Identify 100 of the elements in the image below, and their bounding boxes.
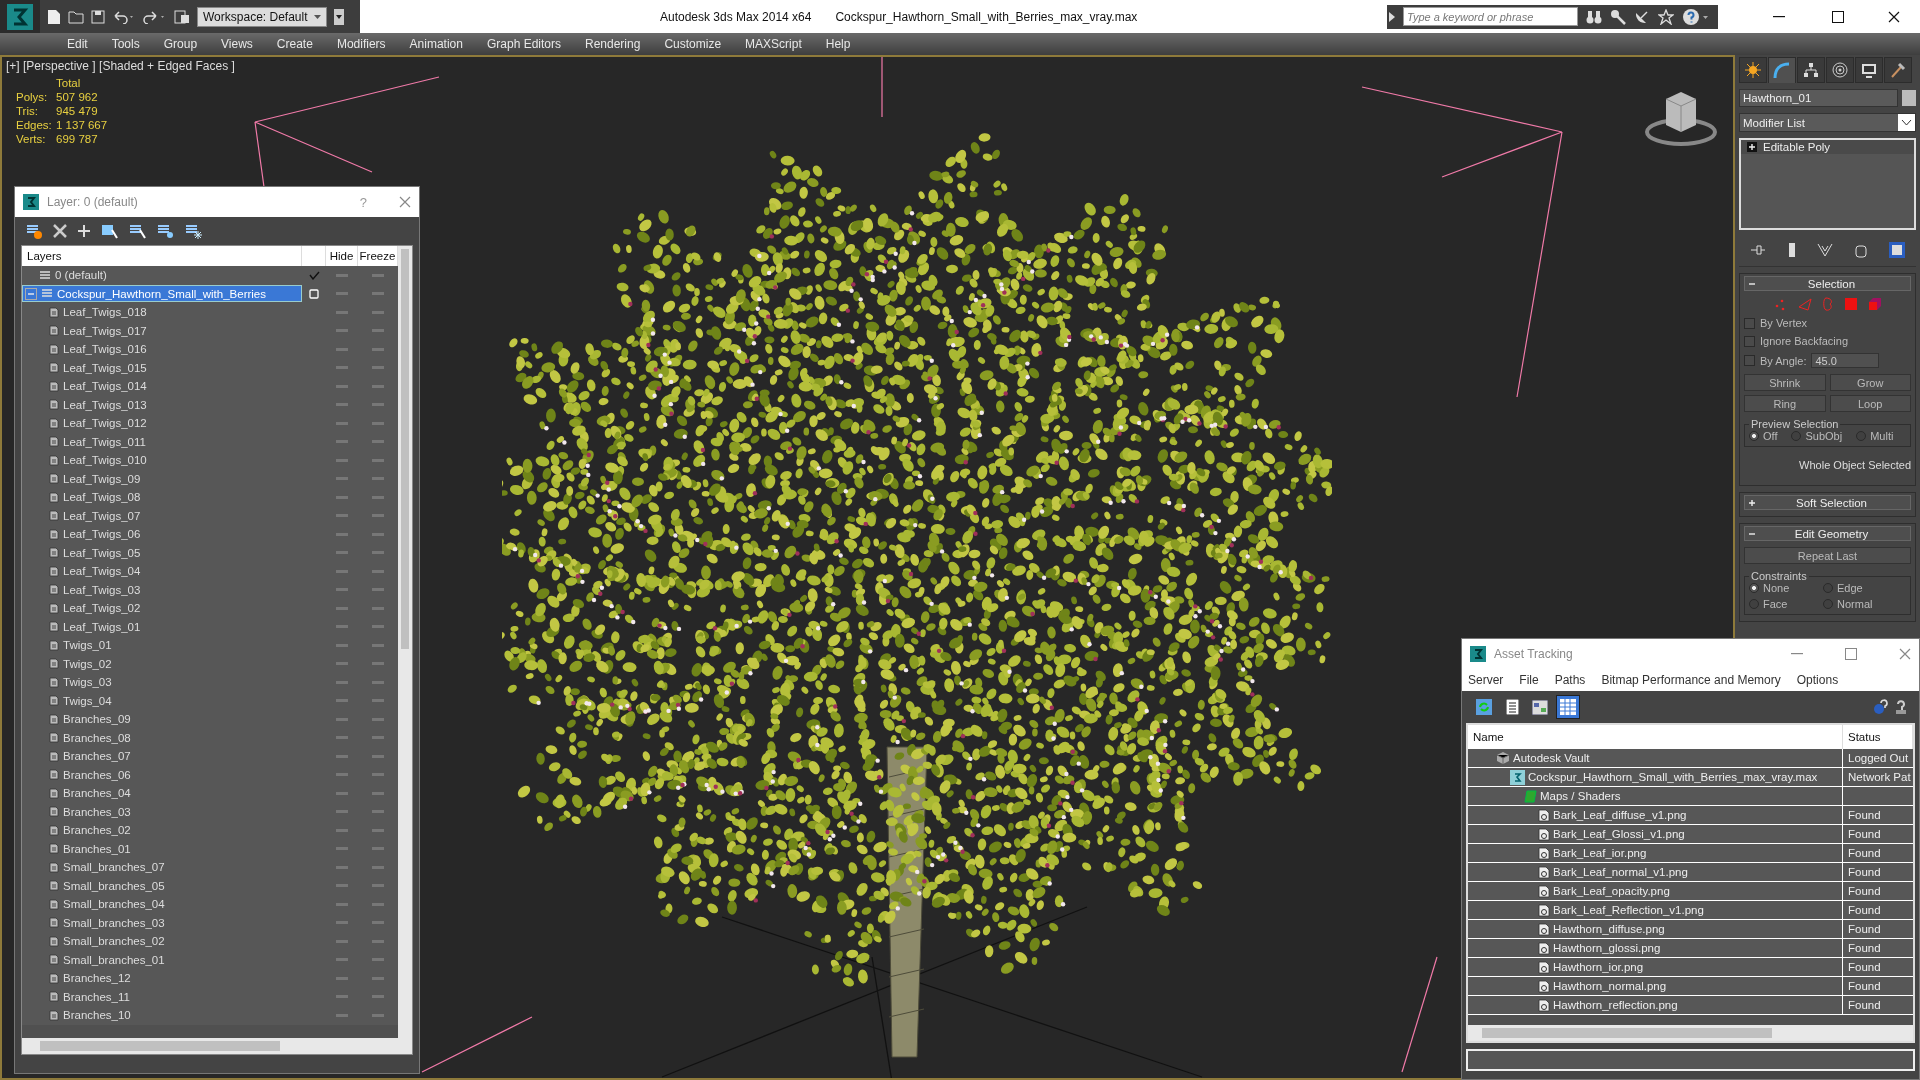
workspace-dropdown[interactable]: Workspace: Default xyxy=(197,6,327,27)
menu-item[interactable]: Create xyxy=(264,37,325,51)
radio-option[interactable]: Multi xyxy=(1856,430,1894,442)
dash-icon[interactable] xyxy=(336,440,348,444)
dash-icon[interactable] xyxy=(372,699,384,703)
panel-button[interactable]: Repeat Last xyxy=(1744,547,1911,564)
dash-icon[interactable] xyxy=(336,810,348,814)
dash-icon[interactable] xyxy=(372,588,384,592)
dash-icon[interactable] xyxy=(336,366,348,370)
layer-cursor-icon[interactable] xyxy=(129,222,147,240)
plus-icon[interactable] xyxy=(1748,143,1756,151)
layer-row[interactable]: Cockspur_Hawthorn_Small_with_Berries xyxy=(22,285,302,303)
dash-icon[interactable] xyxy=(372,902,384,906)
configure-icon[interactable] xyxy=(1889,242,1906,258)
dash-icon[interactable] xyxy=(336,736,348,740)
binoculars-icon[interactable] xyxy=(1586,9,1602,24)
menu-item[interactable]: File xyxy=(1519,673,1539,687)
dash-icon[interactable] xyxy=(372,366,384,370)
asset-row[interactable]: Bark_Leaf_diffuse_v1.png Found xyxy=(1468,806,1913,825)
asset-row[interactable]: Hawthorn_normal.png Found xyxy=(1468,977,1913,996)
rollout-header[interactable]: Soft Selection xyxy=(1744,495,1911,510)
dash-icon[interactable] xyxy=(372,440,384,444)
menu-item[interactable]: Graph Editors xyxy=(474,37,573,51)
panel-button[interactable]: Shrink xyxy=(1744,374,1826,391)
dash-icon[interactable] xyxy=(372,458,384,462)
dash-icon[interactable] xyxy=(336,754,348,758)
dash-icon[interactable] xyxy=(336,717,348,721)
plus-icon[interactable] xyxy=(1748,498,1756,507)
edge-icon[interactable] xyxy=(1797,297,1812,311)
asset-row[interactable]: Autodesk Vault Logged Out xyxy=(1468,749,1913,768)
border-icon[interactable] xyxy=(1821,297,1834,311)
dash-icon[interactable] xyxy=(372,625,384,629)
checkbox-option[interactable]: By Angle: 45.0 xyxy=(1744,353,1911,368)
pin-icon[interactable] xyxy=(1749,244,1766,256)
horizontal-scrollbar[interactable] xyxy=(22,1038,412,1054)
save-icon[interactable] xyxy=(91,9,105,24)
key-icon[interactable] xyxy=(1610,8,1626,25)
panel-tab[interactable] xyxy=(1768,57,1796,83)
folder-icon[interactable] xyxy=(68,9,84,24)
menu-item[interactable]: Tools xyxy=(99,37,152,51)
dash-icon[interactable] xyxy=(372,865,384,869)
dash-icon[interactable] xyxy=(336,625,348,629)
vertical-scrollbar[interactable] xyxy=(398,246,412,1038)
radio-option[interactable]: None xyxy=(1749,582,1809,594)
menu-item[interactable]: MAXScript xyxy=(733,37,814,51)
radio-option[interactable]: Normal xyxy=(1823,598,1883,610)
panel-tab[interactable] xyxy=(1739,57,1767,83)
asset-row[interactable]: Bark_Leaf_Reflection_v1.png Found xyxy=(1468,901,1913,920)
menu-item[interactable]: Edit xyxy=(55,37,100,51)
horizontal-scrollbar[interactable] xyxy=(1468,1025,1913,1041)
radio-option[interactable]: Off xyxy=(1749,430,1778,442)
rollout-header[interactable]: Selection xyxy=(1744,276,1911,291)
select-box-icon[interactable] xyxy=(101,222,119,240)
dash-icon[interactable] xyxy=(336,662,348,666)
new-file-icon[interactable] xyxy=(47,8,61,25)
help-globe-icon[interactable] xyxy=(1873,699,1889,715)
dash-icon[interactable] xyxy=(336,995,348,999)
dash-icon[interactable] xyxy=(336,588,348,592)
dash-icon[interactable] xyxy=(372,514,384,518)
dash-icon[interactable] xyxy=(336,477,348,481)
checkmark-icon[interactable] xyxy=(308,270,320,280)
modifier-stack[interactable]: Editable Poly xyxy=(1739,138,1916,230)
dash-icon[interactable] xyxy=(336,773,348,777)
maximize-icon[interactable] xyxy=(1832,10,1844,23)
dash-icon[interactable] xyxy=(372,754,384,758)
help-icon[interactable] xyxy=(1893,699,1909,715)
dash-icon[interactable] xyxy=(336,828,348,832)
dash-icon[interactable] xyxy=(372,551,384,555)
dash-icon[interactable] xyxy=(336,902,348,906)
dash-icon[interactable] xyxy=(336,865,348,869)
dash-icon[interactable] xyxy=(336,680,348,684)
dash-icon[interactable] xyxy=(336,939,348,943)
angle-field[interactable]: 45.0 xyxy=(1811,353,1880,368)
menu-item[interactable]: Server xyxy=(1468,673,1504,687)
panel-tab[interactable] xyxy=(1826,57,1854,83)
object-color-swatch[interactable] xyxy=(1902,90,1916,106)
dash-icon[interactable] xyxy=(372,662,384,666)
dash-icon[interactable] xyxy=(372,347,384,351)
dash-icon[interactable] xyxy=(336,791,348,795)
app-menu-button[interactable] xyxy=(0,0,40,33)
dash-icon[interactable] xyxy=(336,551,348,555)
radio-option[interactable]: Face xyxy=(1749,598,1809,610)
dash-icon[interactable] xyxy=(372,292,384,296)
toolbar-button[interactable] xyxy=(1556,695,1580,719)
asset-row[interactable]: Hawthorn_glossi.png Found xyxy=(1468,939,1913,958)
dash-icon[interactable] xyxy=(372,403,384,407)
menu-item[interactable]: Rendering xyxy=(573,37,653,51)
dash-icon[interactable] xyxy=(372,921,384,925)
dash-icon[interactable] xyxy=(372,939,384,943)
satellite-dish-icon[interactable] xyxy=(1634,8,1650,25)
dash-icon[interactable] xyxy=(336,458,348,462)
redo-icon[interactable] xyxy=(143,9,167,24)
dash-icon[interactable] xyxy=(336,310,348,314)
layer-highlight-icon[interactable] xyxy=(157,222,175,240)
asset-row[interactable]: Maps / Shaders xyxy=(1468,787,1913,806)
radio-option[interactable]: Edge xyxy=(1823,582,1883,594)
menu-item[interactable]: Customize xyxy=(652,37,734,51)
dash-icon[interactable] xyxy=(372,273,384,277)
dash-icon[interactable] xyxy=(372,884,384,888)
bar-icon[interactable] xyxy=(1787,242,1796,258)
